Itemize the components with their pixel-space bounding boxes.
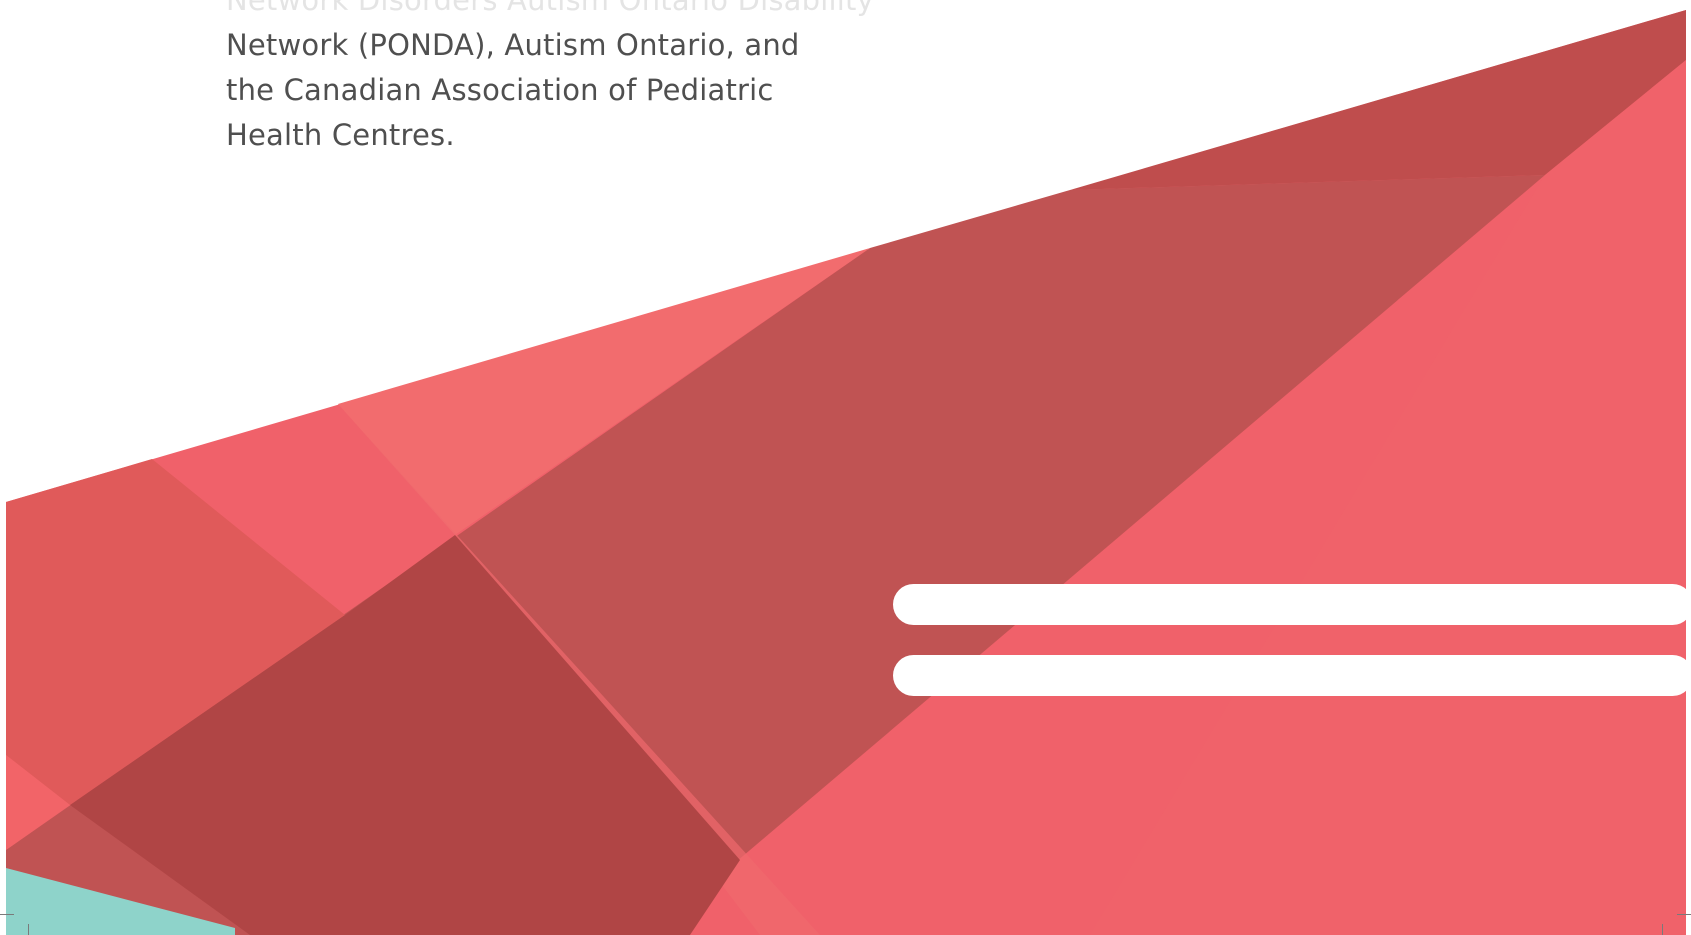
crop-mark-left [0, 914, 14, 915]
decorative-background-graphic [6, 10, 1691, 935]
white-bar-bottom [893, 655, 1691, 696]
crop-mark-right [1677, 914, 1691, 915]
document-page: Network Disorders Autism Ontario Disabil… [0, 0, 1691, 935]
white-bar-top [893, 584, 1691, 625]
crop-mark-left-vertical [28, 924, 29, 935]
crop-mark-right-vertical [1662, 924, 1663, 935]
